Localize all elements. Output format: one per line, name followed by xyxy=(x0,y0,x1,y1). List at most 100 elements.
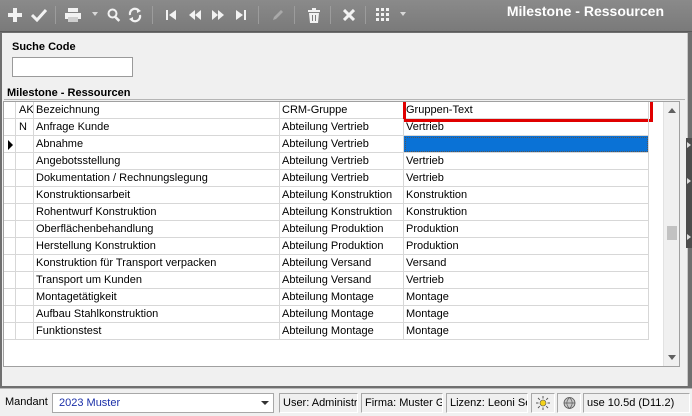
table-row[interactable]: Herstellung Konstruktion Abteilung Produk… xyxy=(4,238,664,255)
row-indicator[interactable] xyxy=(4,238,16,255)
globe-icon[interactable] xyxy=(557,393,581,413)
cell-crm-gruppe[interactable]: Abteilung Vertrieb xyxy=(280,153,404,170)
data-grid[interactable]: AK Bezeichnung CRM-Gruppe Gruppen-Text N… xyxy=(3,101,680,367)
cell-crm-gruppe[interactable]: Abteilung Montage xyxy=(280,289,404,306)
row-indicator[interactable] xyxy=(4,170,16,187)
cell-ak[interactable] xyxy=(16,323,34,340)
cell-bezeichnung[interactable]: Oberflächenbehandlung xyxy=(34,221,280,238)
cell-ak[interactable] xyxy=(16,306,34,323)
cell-ak[interactable] xyxy=(16,221,34,238)
chevron-down-icon[interactable] xyxy=(261,401,269,405)
last-record-icon[interactable] xyxy=(231,5,251,25)
row-indicator[interactable] xyxy=(4,153,16,170)
next-record-icon[interactable] xyxy=(208,5,228,25)
table-row[interactable]: Rohentwurf Konstruktion Abteilung Konstru… xyxy=(4,204,664,221)
row-indicator[interactable] xyxy=(4,204,16,221)
cell-bezeichnung[interactable]: Funktionstest xyxy=(34,323,280,340)
previous-record-icon[interactable] xyxy=(185,5,205,25)
table-row[interactable]: N Anfrage Kunde Abteilung Vertrieb Vertrieb xyxy=(4,119,664,136)
cell-bezeichnung[interactable]: Anfrage Kunde xyxy=(34,119,280,136)
cell-crm-gruppe[interactable]: Abteilung Montage xyxy=(280,323,404,340)
cell-gruppen-text[interactable]: Konstruktion xyxy=(404,187,649,204)
row-indicator[interactable] xyxy=(4,272,16,289)
cell-crm-gruppe[interactable]: Abteilung Versand xyxy=(280,255,404,272)
cell-bezeichnung[interactable]: Dokumentation / Rechnungslegung xyxy=(34,170,280,187)
cell-crm-gruppe[interactable]: Abteilung Konstruktion xyxy=(280,204,404,221)
cell-ak[interactable] xyxy=(16,289,34,306)
cell-crm-gruppe[interactable]: Abteilung Produktion xyxy=(280,238,404,255)
cell-gruppen-text[interactable]: Produktion xyxy=(404,221,649,238)
column-header-ak[interactable]: AK xyxy=(16,102,34,119)
cell-bezeichnung[interactable]: Montagetätigkeit xyxy=(34,289,280,306)
cell-gruppen-text[interactable]: Vertrieb xyxy=(404,170,649,187)
table-row[interactable]: Aufbau Stahlkonstruktion Abteilung Montag… xyxy=(4,306,664,323)
cell-bezeichnung[interactable]: Transport um Kunden xyxy=(34,272,280,289)
column-header-gruppen-text[interactable]: Gruppen-Text xyxy=(404,102,649,119)
table-row[interactable]: Funktionstest Abteilung Montage Montage xyxy=(4,323,664,340)
mandant-select[interactable]: 2023 Muster xyxy=(52,393,274,413)
cell-gruppen-text[interactable]: Montage xyxy=(404,289,649,306)
cell-crm-gruppe[interactable]: Abteilung Vertrieb xyxy=(280,119,404,136)
table-row[interactable]: Konstruktion für Transport verpacken Abte… xyxy=(4,255,664,272)
table-row[interactable]: Dokumentation / Rechnungslegung Abteilung… xyxy=(4,170,664,187)
vertical-scrollbar[interactable] xyxy=(663,102,679,366)
delete-trash-icon[interactable] xyxy=(304,5,324,25)
cell-bezeichnung[interactable]: Konstruktionsarbeit xyxy=(34,187,280,204)
row-indicator[interactable] xyxy=(4,323,16,340)
row-indicator[interactable] xyxy=(4,187,16,204)
table-row[interactable]: Montagetätigkeit Abteilung Montage Montage xyxy=(4,289,664,306)
cell-gruppen-text[interactable]: Versand xyxy=(404,255,649,272)
table-row[interactable]: Abnahme Abteilung Vertrieb xyxy=(4,136,664,153)
first-record-icon[interactable] xyxy=(161,5,181,25)
cell-bezeichnung[interactable]: Abnahme xyxy=(34,136,280,153)
cell-gruppen-text[interactable]: Vertrieb xyxy=(404,153,649,170)
table-row[interactable]: Angebotsstellung Abteilung Vertrieb Vertri… xyxy=(4,153,664,170)
cell-gruppen-text[interactable]: Vertrieb xyxy=(404,272,649,289)
table-row[interactable]: Konstruktionsarbeit Abteilung Konstruktio… xyxy=(4,187,664,204)
cell-gruppen-text[interactable] xyxy=(404,136,649,153)
cell-crm-gruppe[interactable]: Abteilung Vertrieb xyxy=(280,170,404,187)
add-icon[interactable] xyxy=(5,5,25,25)
cell-ak[interactable] xyxy=(16,238,34,255)
grid-view-icon[interactable] xyxy=(373,5,393,25)
print-icon[interactable] xyxy=(63,5,83,25)
search-input[interactable] xyxy=(12,57,133,77)
row-indicator[interactable] xyxy=(4,136,16,153)
cell-crm-gruppe[interactable]: Abteilung Vertrieb xyxy=(280,136,404,153)
cell-bezeichnung[interactable]: Rohentwurf Konstruktion xyxy=(34,204,280,221)
cell-ak[interactable] xyxy=(16,136,34,153)
cell-gruppen-text[interactable]: Konstruktion xyxy=(404,204,649,221)
scroll-thumb[interactable] xyxy=(667,226,677,240)
row-indicator[interactable] xyxy=(4,289,16,306)
cell-ak[interactable] xyxy=(16,255,34,272)
row-indicator[interactable] xyxy=(4,119,16,136)
edit-pencil-icon[interactable] xyxy=(268,5,288,25)
scroll-up-icon[interactable] xyxy=(668,108,676,113)
cell-crm-gruppe[interactable]: Abteilung Versand xyxy=(280,272,404,289)
column-header-bezeichnung[interactable]: Bezeichnung xyxy=(34,102,280,119)
cell-ak[interactable] xyxy=(16,204,34,221)
cell-crm-gruppe[interactable]: Abteilung Konstruktion xyxy=(280,187,404,204)
cell-gruppen-text[interactable]: Montage xyxy=(404,323,649,340)
cell-ak[interactable] xyxy=(16,187,34,204)
column-header-crm-gruppe[interactable]: CRM-Gruppe xyxy=(280,102,404,119)
row-indicator[interactable] xyxy=(4,255,16,272)
cell-crm-gruppe[interactable]: Abteilung Montage xyxy=(280,306,404,323)
row-indicator[interactable] xyxy=(4,306,16,323)
cell-bezeichnung[interactable]: Konstruktion für Transport verpacken xyxy=(34,255,280,272)
cell-crm-gruppe[interactable]: Abteilung Produktion xyxy=(280,221,404,238)
cancel-x-icon[interactable] xyxy=(339,5,359,25)
refresh-icon[interactable] xyxy=(125,5,145,25)
cell-bezeichnung[interactable]: Aufbau Stahlkonstruktion xyxy=(34,306,280,323)
cell-gruppen-text[interactable]: Vertrieb xyxy=(404,119,649,136)
table-row[interactable]: Oberflächenbehandlung Abteilung Produktio… xyxy=(4,221,664,238)
side-splitter[interactable] xyxy=(686,138,692,248)
cell-bezeichnung[interactable]: Angebotsstellung xyxy=(34,153,280,170)
cell-bezeichnung[interactable]: Herstellung Konstruktion xyxy=(34,238,280,255)
cell-gruppen-text[interactable]: Montage xyxy=(404,306,649,323)
table-row[interactable]: Transport um Kunden Abteilung Versand Vert… xyxy=(4,272,664,289)
cell-gruppen-text[interactable]: Produktion xyxy=(404,238,649,255)
scroll-down-icon[interactable] xyxy=(668,355,676,360)
save-check-icon[interactable] xyxy=(29,5,49,25)
cell-ak[interactable] xyxy=(16,170,34,187)
